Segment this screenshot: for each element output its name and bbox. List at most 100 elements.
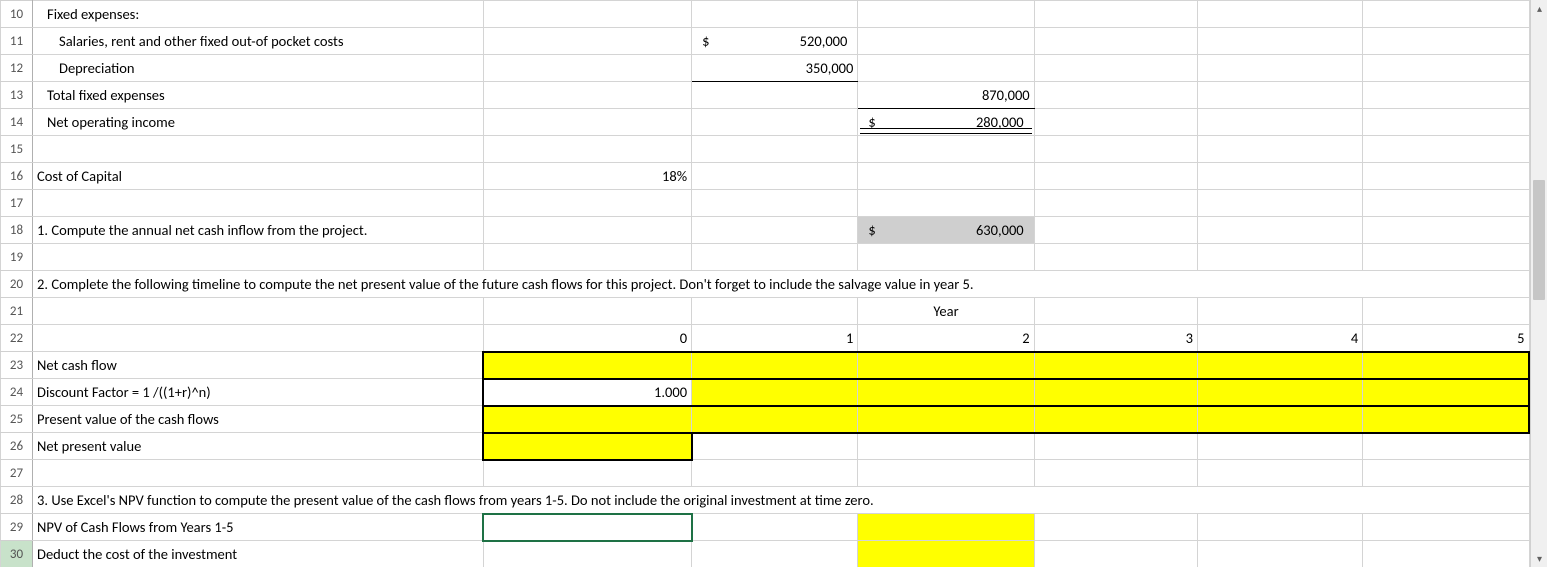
row-header-20[interactable]: 20 [1, 271, 33, 298]
row-header-19[interactable]: 19 [1, 244, 33, 271]
cell-F10[interactable] [1034, 1, 1197, 28]
cell-D27[interactable] [692, 460, 858, 487]
cell-B27[interactable] [33, 460, 484, 487]
row-20[interactable]: 20 2. Complete the following timeline to… [1, 271, 1530, 298]
cell-G29[interactable] [1197, 514, 1362, 541]
cell-E30[interactable] [858, 541, 1034, 567]
scroll-up-arrow-icon[interactable]: ▴ [1531, 0, 1547, 17]
cell-F26[interactable] [1034, 433, 1197, 460]
cell-G17[interactable] [1197, 190, 1362, 217]
cell-C18[interactable] [483, 217, 691, 244]
cell-G15[interactable] [1197, 136, 1362, 163]
cell-G11[interactable] [1197, 28, 1362, 55]
cell-H23[interactable] [1363, 352, 1529, 379]
cell-E16[interactable] [858, 163, 1034, 190]
cell-B22[interactable] [33, 325, 484, 352]
row-header-23[interactable]: 23 [1, 352, 33, 379]
row-header-16[interactable]: 16 [1, 163, 33, 190]
cell-F17[interactable] [1034, 190, 1197, 217]
row-16[interactable]: 16 Cost of Capital 18% [1, 163, 1530, 190]
cell-E13[interactable]: 870,000 [858, 82, 1034, 109]
cell-D30[interactable] [692, 541, 858, 567]
cell-B25[interactable]: Present value of the cash flows [33, 406, 484, 433]
cell-E29[interactable] [858, 514, 1034, 541]
cell-E12[interactable] [858, 55, 1034, 82]
cell-D13[interactable] [692, 82, 858, 109]
cell-E24[interactable] [858, 379, 1034, 406]
row-11[interactable]: 11 Salaries, rent and other fixed out-of… [1, 28, 1530, 55]
spreadsheet-grid[interactable]: 10 Fixed expenses: 11 Salaries, rent and… [0, 0, 1530, 567]
cell-C26[interactable] [483, 433, 691, 460]
cell-G23[interactable] [1197, 352, 1362, 379]
row-header-27[interactable]: 27 [1, 460, 33, 487]
cell-G16[interactable] [1197, 163, 1362, 190]
row-14[interactable]: 14 Net operating income $280,000 [1, 109, 1530, 136]
cell-D29[interactable] [692, 514, 858, 541]
cell-E17[interactable] [858, 190, 1034, 217]
cell-G18[interactable] [1197, 217, 1362, 244]
row-header-13[interactable]: 13 [1, 82, 33, 109]
row-15[interactable]: 15 [1, 136, 1530, 163]
cell-F25[interactable] [1034, 406, 1197, 433]
cell-D15[interactable] [692, 136, 858, 163]
cell-F27[interactable] [1034, 460, 1197, 487]
row-28[interactable]: 28 3. Use Excel's NPV function to comput… [1, 487, 1530, 514]
cell-B24[interactable]: Discount Factor = 1 /((1+r)^n) [33, 379, 484, 406]
cell-E27[interactable] [858, 460, 1034, 487]
cell-F18[interactable] [1034, 217, 1197, 244]
cell-B17[interactable] [33, 190, 484, 217]
cell-C12[interactable] [483, 55, 691, 82]
cell-C30[interactable] [483, 541, 691, 567]
vertical-scrollbar[interactable]: ▴ ▾ [1530, 0, 1547, 567]
cell-F30[interactable] [1034, 541, 1197, 567]
cell-C10[interactable] [483, 1, 691, 28]
cell-D19[interactable] [692, 244, 858, 271]
cell-B26[interactable]: Net present value [33, 433, 484, 460]
cell-C14[interactable] [483, 109, 691, 136]
row-header-18[interactable]: 18 [1, 217, 33, 244]
cell-D18[interactable] [692, 217, 858, 244]
row-27[interactable]: 27 [1, 460, 1530, 487]
row-21[interactable]: 21 Year [1, 298, 1530, 325]
row-header-24[interactable]: 24 [1, 379, 33, 406]
row-13[interactable]: 13 Total fixed expenses 870,000 [1, 82, 1530, 109]
cell-C15[interactable] [483, 136, 691, 163]
row-header-22[interactable]: 22 [1, 325, 33, 352]
row-header-21[interactable]: 21 [1, 298, 33, 325]
scroll-down-arrow-icon[interactable]: ▾ [1531, 550, 1547, 567]
cell-H12[interactable] [1363, 55, 1529, 82]
row-header-17[interactable]: 17 [1, 190, 33, 217]
cell-D23[interactable] [692, 352, 858, 379]
row-header-11[interactable]: 11 [1, 28, 33, 55]
cell-D26[interactable] [692, 433, 858, 460]
cell-B12[interactable]: Depreciation [33, 55, 484, 82]
cell-D16[interactable] [692, 163, 858, 190]
cell-E22[interactable]: 2 [858, 325, 1034, 352]
cell-H13[interactable] [1363, 82, 1529, 109]
row-25[interactable]: 25 Present value of the cash flows [1, 406, 1530, 433]
cell-F29[interactable] [1034, 514, 1197, 541]
cell-C16[interactable]: 18% [483, 163, 691, 190]
row-header-15[interactable]: 15 [1, 136, 33, 163]
cell-B23[interactable]: Net cash flow [33, 352, 484, 379]
cell-G30[interactable] [1197, 541, 1362, 567]
cell-F16[interactable] [1034, 163, 1197, 190]
cell-E21[interactable]: Year [858, 298, 1034, 325]
cell-H16[interactable] [1363, 163, 1529, 190]
scroll-thumb[interactable] [1533, 180, 1545, 300]
cell-B19[interactable] [33, 244, 484, 271]
cell-E14[interactable]: $280,000 [858, 109, 1034, 136]
cell-H17[interactable] [1363, 190, 1529, 217]
cell-F13[interactable] [1034, 82, 1197, 109]
cell-B16[interactable]: Cost of Capital [33, 163, 484, 190]
cell-H11[interactable] [1363, 28, 1529, 55]
cell-H24[interactable] [1363, 379, 1529, 406]
cell-B21[interactable] [33, 298, 484, 325]
row-23[interactable]: 23 Net cash flow [1, 352, 1530, 379]
cell-F22[interactable]: 3 [1034, 325, 1197, 352]
cell-D17[interactable] [692, 190, 858, 217]
row-header-29[interactable]: 29 [1, 514, 33, 541]
cell-C17[interactable] [483, 190, 691, 217]
cell-B18[interactable]: 1. Compute the annual net cash inflow fr… [33, 217, 484, 244]
row-29[interactable]: 29 NPV of Cash Flows from Years 1-5 [1, 514, 1530, 541]
